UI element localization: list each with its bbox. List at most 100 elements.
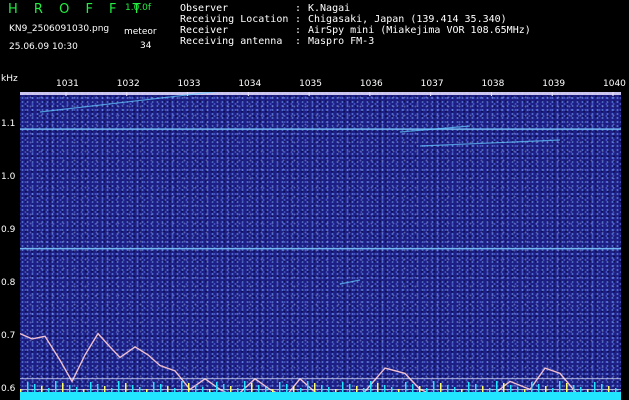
noise-spike	[55, 381, 57, 392]
noise-spike	[538, 384, 540, 392]
header: H R O F F T 1.0.0f KN9_2506091030.png me…	[0, 0, 629, 75]
y-tick-label: 0.9	[1, 225, 16, 236]
noise-spike	[20, 389, 22, 392]
info-key: Receiver	[180, 25, 229, 36]
noise-spike	[286, 384, 288, 392]
noise-spike	[496, 381, 498, 392]
x-tick-label: 1038	[481, 79, 505, 89]
noise-spike	[293, 386, 295, 392]
spectrogram-plot	[20, 92, 621, 400]
noise-spike	[531, 382, 533, 392]
noise-spike	[125, 383, 127, 392]
x-tick-label: 1031	[56, 79, 79, 89]
noise-spike	[83, 389, 85, 392]
noise-spike	[307, 381, 309, 392]
noise-spike	[146, 389, 148, 392]
noise-spike	[559, 381, 561, 392]
noise-spike	[167, 386, 169, 392]
lower-trace	[20, 332, 621, 399]
noise-spike	[482, 386, 484, 392]
noise-spike	[503, 383, 505, 392]
noise-spike	[244, 381, 246, 392]
noise-spike	[209, 389, 211, 392]
noise-spike	[419, 386, 421, 392]
noise-spike	[377, 383, 379, 392]
version-label: 1.0.0f	[125, 3, 152, 13]
noise-spike	[573, 385, 575, 392]
noise-spike	[447, 385, 449, 392]
noise-spike	[342, 382, 344, 392]
info-value: AirSpy mini (Miakejima VOR 108.65MHz)	[308, 25, 531, 36]
noise-spike	[76, 387, 78, 392]
x-tick-label: 1034	[238, 79, 262, 89]
noise-band	[20, 392, 621, 400]
noise-spike	[160, 384, 162, 392]
noise-spike	[608, 386, 610, 392]
noise-spike	[34, 384, 36, 392]
y-tick-label: 0.7	[1, 331, 16, 342]
noise-spike	[153, 382, 155, 392]
noise-spike	[314, 383, 316, 392]
noise-spike	[97, 384, 99, 392]
x-tick-label: 1039	[542, 79, 566, 89]
noise-spike	[391, 387, 393, 392]
noise-spike	[433, 381, 435, 392]
noise-spike	[251, 383, 253, 392]
y-axis-unit: kHz	[1, 74, 18, 84]
noise-spike	[580, 387, 582, 392]
noise-spike	[48, 388, 50, 392]
noise-spike	[601, 384, 603, 392]
noise-spike	[545, 386, 547, 392]
filename-label: KN9_2506091030.png	[9, 24, 110, 34]
noise-spike	[237, 388, 239, 392]
noise-spike	[69, 385, 71, 392]
noise-spike	[594, 382, 596, 392]
info-value: Maspro FM-3	[308, 36, 375, 47]
x-tick-label: 1037	[420, 79, 444, 89]
y-tick-label: 0.6	[1, 384, 16, 395]
meteor-label: meteor	[124, 27, 157, 37]
noise-spike	[272, 389, 274, 392]
noise-spike	[440, 383, 442, 392]
info-row-location: Receiving Location: Chigasaki, Japan (139…	[180, 14, 507, 25]
noise-spike	[181, 381, 183, 392]
noise-spike	[265, 387, 267, 392]
info-row-observer: Observer: K.Nagai	[180, 3, 351, 14]
noise-spike	[524, 389, 526, 392]
noise-spike	[90, 382, 92, 392]
info-key: Receiving antenna	[180, 36, 283, 47]
noise-spike	[104, 386, 106, 392]
noise-spike	[195, 385, 197, 392]
info-row-antenna: Receiving antenna: Maspro FM-3	[180, 36, 375, 47]
x-tick-label: 1032	[116, 79, 140, 89]
spectrogram-svg	[20, 92, 621, 400]
noise-spike	[300, 388, 302, 392]
y-tick-label: 1.0	[1, 171, 16, 182]
x-tick-label: 1040	[603, 79, 626, 89]
noise-spike	[510, 385, 512, 392]
noise-spike	[475, 384, 477, 392]
x-tick-label: 1033	[177, 79, 201, 89]
noise-spike	[258, 385, 260, 392]
noise-spike	[279, 382, 281, 392]
noise-spike	[335, 389, 337, 392]
noise-spike	[132, 385, 134, 392]
noise-spike	[468, 382, 470, 392]
noise-spike	[223, 384, 225, 392]
noise-spike	[461, 389, 463, 392]
x-tick-label: 1036	[359, 79, 383, 89]
noise-spike	[454, 387, 456, 392]
noise-spike	[405, 382, 407, 392]
noise-spike	[139, 387, 141, 392]
info-key: Observer	[180, 3, 229, 14]
meteor-trail	[339, 279, 361, 285]
noise-spike	[426, 388, 428, 392]
noise-spike	[370, 381, 372, 392]
noise-spike	[41, 386, 43, 392]
noise-spike	[328, 387, 330, 392]
noise-spike	[363, 388, 365, 392]
noise-spike	[587, 389, 589, 392]
noise-spike	[118, 381, 120, 392]
noise-spike	[216, 382, 218, 392]
noise-spike	[111, 388, 113, 392]
